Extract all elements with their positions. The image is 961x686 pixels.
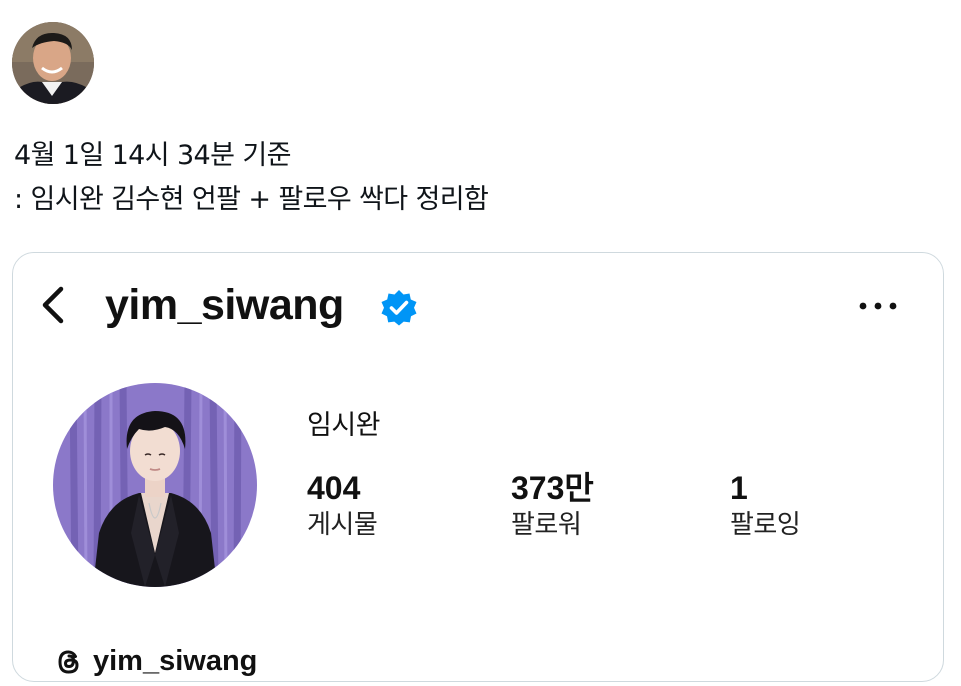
stat-posts-label: 게시물 [307, 510, 378, 540]
profile-username: yim_siwang [105, 281, 344, 329]
threads-handle: yim_siwang [93, 645, 258, 677]
instagram-profile-card[interactable]: yim_siwang 임시완 404 게시물 373만 팔로워 1 팔로잉 yi… [12, 252, 944, 682]
chevron-left-icon[interactable] [35, 283, 71, 327]
tweet-text-line-2: : 임시완 김수현 언팔 + 팔로우 싹다 정리함 [14, 184, 489, 215]
stat-posts[interactable]: 404 게시물 [307, 469, 378, 543]
stat-following-value: 1 [730, 470, 748, 506]
stat-followers-label: 팔로워 [511, 510, 582, 540]
stat-posts-value: 404 [307, 470, 361, 506]
verified-badge-icon [381, 290, 417, 326]
stat-following[interactable]: 1 팔로잉 [730, 469, 801, 543]
stat-followers-value: 373만 [511, 470, 594, 506]
author-avatar[interactable] [12, 22, 94, 104]
threads-profile-link[interactable]: yim_siwang [55, 645, 257, 678]
profile-picture[interactable] [53, 383, 257, 587]
stat-following-label: 팔로잉 [730, 510, 801, 540]
threads-logo-icon [58, 649, 79, 674]
more-horizontal-icon[interactable] [855, 299, 901, 313]
stat-followers[interactable]: 373만 팔로워 [511, 469, 594, 543]
tweet-text-line-1: 4월 1일 14시 34분 기준 [14, 140, 291, 171]
profile-display-name: 임시완 [307, 410, 381, 441]
tweet-text: 4월 1일 14시 34분 기준 : 임시완 김수현 언팔 + 팔로우 싹다 정… [14, 134, 489, 222]
